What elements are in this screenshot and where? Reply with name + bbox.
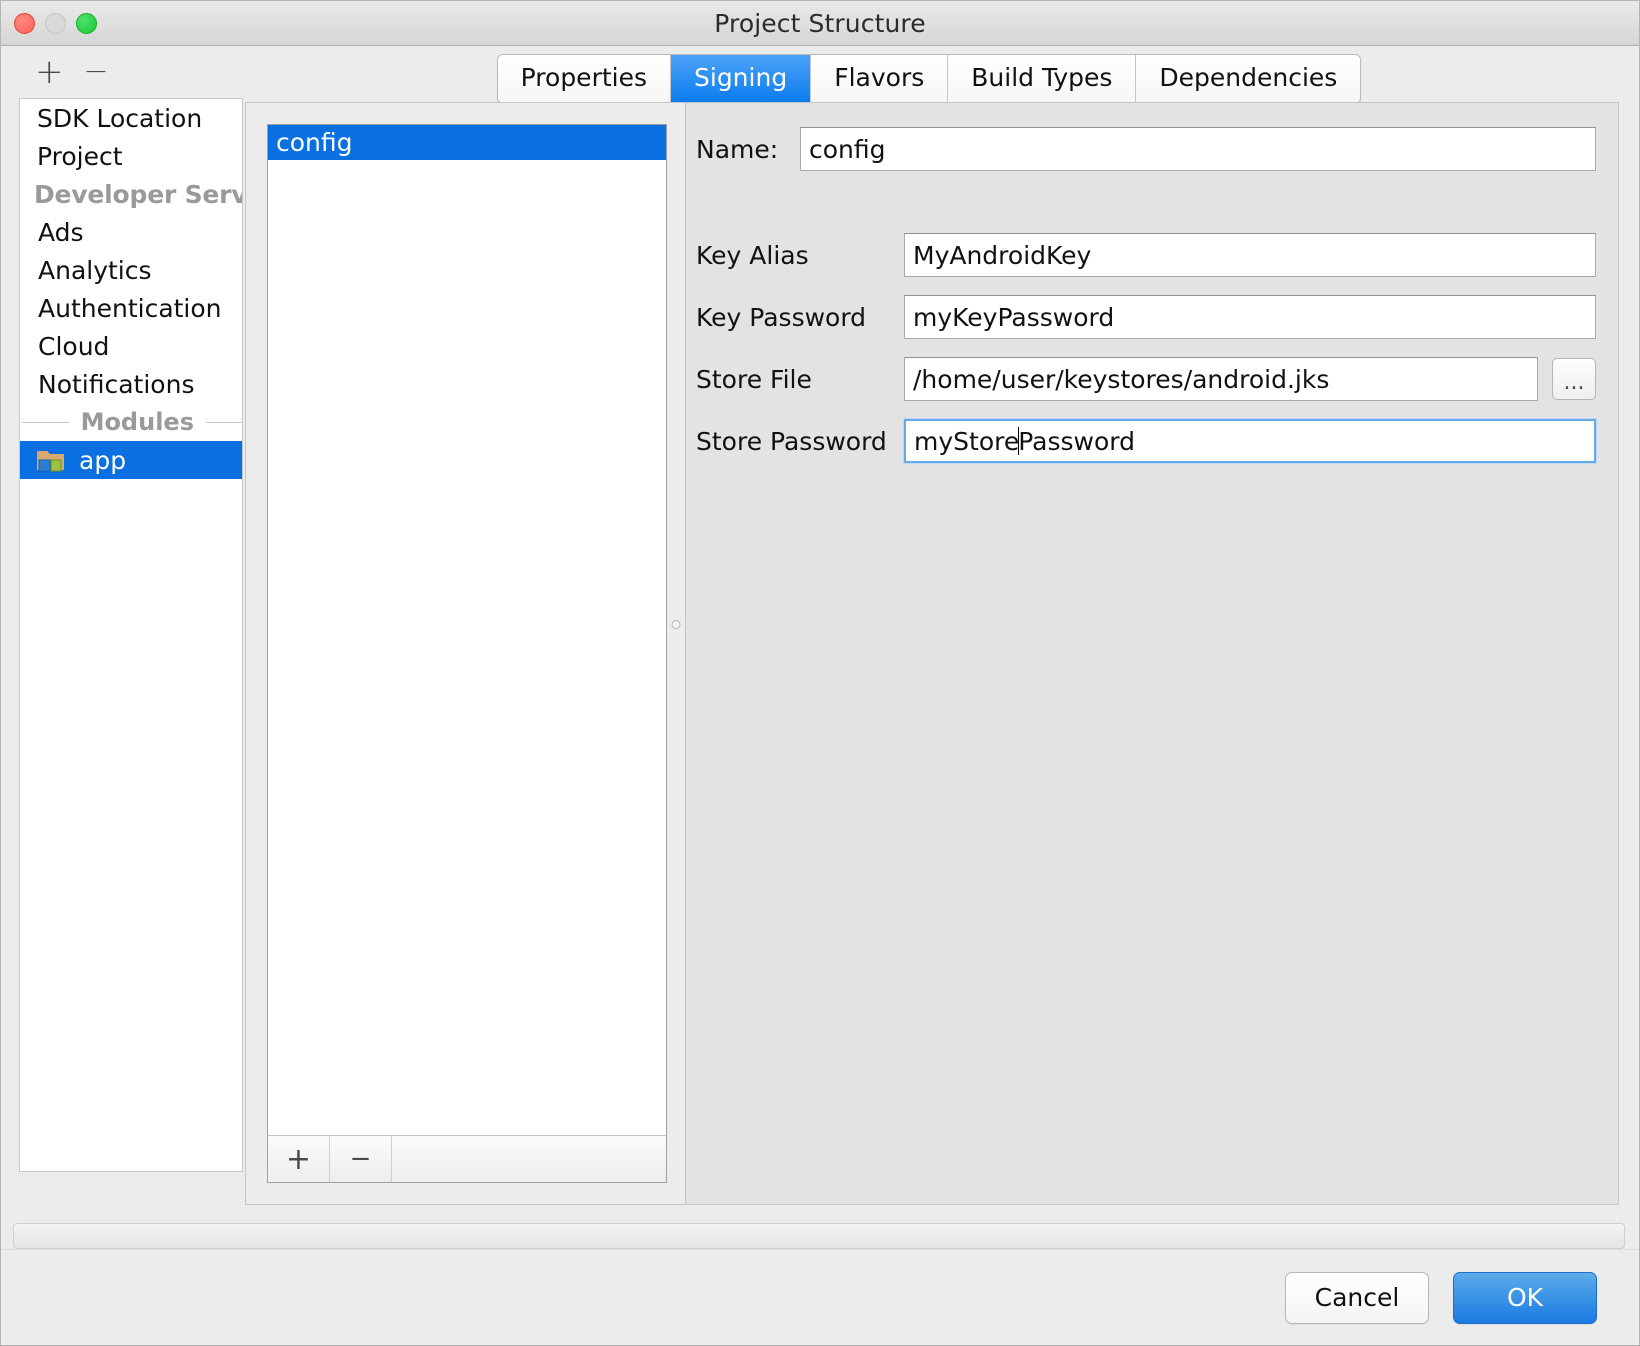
sidebar-item-label: Authentication	[38, 294, 222, 323]
sidebar-item-app[interactable]: app	[20, 441, 242, 479]
sidebar-section-label: Modules	[69, 408, 206, 436]
sidebar-item-analytics[interactable]: Analytics	[20, 251, 242, 289]
tab-dependencies[interactable]: Dependencies	[1136, 55, 1360, 103]
sidebar-item-label: app	[79, 446, 126, 475]
store-file-field[interactable]: /home/user/keystores/android.jks	[904, 357, 1538, 401]
panel-splitter[interactable]	[667, 103, 685, 1204]
toolbar-filler	[392, 1136, 666, 1182]
cancel-button[interactable]: Cancel	[1285, 1272, 1429, 1324]
key-alias-field-value: MyAndroidKey	[913, 241, 1091, 270]
store-password-label: Store Password	[696, 427, 904, 456]
minimize-window-icon[interactable]	[45, 13, 66, 34]
sidebar-group-label: Developer Servic	[34, 180, 243, 209]
signing-panel: config + − Name:	[245, 102, 1619, 1205]
store-file-browse-button[interactable]: ...	[1552, 358, 1596, 400]
sidebar-item-label: Notifications	[38, 370, 194, 399]
close-window-icon[interactable]	[14, 13, 35, 34]
tab-properties[interactable]: Properties	[498, 55, 671, 103]
add-config-button[interactable]: +	[268, 1136, 330, 1182]
name-field[interactable]: config	[800, 127, 1596, 171]
tab-build-types[interactable]: Build Types	[948, 55, 1136, 103]
sidebar-toolbar: + −	[19, 46, 245, 98]
splitter-knob-icon[interactable]	[672, 620, 681, 629]
store-file-field-value: /home/user/keystores/android.jks	[913, 365, 1329, 394]
sidebar-item-label: Analytics	[38, 256, 152, 285]
add-module-icon[interactable]: +	[35, 59, 61, 85]
sidebar-item-ads[interactable]: Ads	[20, 213, 242, 251]
tab-flavors[interactable]: Flavors	[811, 55, 948, 103]
name-label: Name:	[696, 135, 800, 164]
remove-config-button[interactable]: −	[330, 1136, 392, 1182]
tab-bar: Properties Signing Flavors Build Types D…	[239, 46, 1619, 102]
key-alias-row: Key Alias MyAndroidKey	[696, 231, 1596, 279]
signing-config-list-toolbar: + −	[268, 1136, 666, 1182]
key-password-label: Key Password	[696, 303, 904, 332]
name-row: Name: config	[696, 125, 1596, 173]
module-folder-icon	[36, 448, 66, 473]
sidebar-item-sdk-location[interactable]: SDK Location	[20, 99, 242, 137]
sidebar-item-authentication[interactable]: Authentication	[20, 289, 242, 327]
tab-segmented-control: Properties Signing Flavors Build Types D…	[497, 54, 1362, 104]
sidebar-item-notifications[interactable]: Notifications	[20, 365, 242, 403]
main-panel: Properties Signing Flavors Build Types D…	[245, 46, 1639, 1223]
store-password-value-before-caret: myStore	[914, 427, 1019, 456]
sidebar-item-label: Cloud	[38, 332, 109, 361]
key-password-field-value: myKeyPassword	[913, 303, 1114, 332]
sidebar-tree: SDK Location Project Developer Servic Ad…	[19, 98, 243, 1172]
tab-signing[interactable]: Signing	[671, 55, 811, 103]
content-row: + − SDK Location Project Developer Servi…	[1, 46, 1639, 1223]
sidebar-item-label: Project	[37, 142, 123, 171]
name-field-value: config	[809, 135, 886, 164]
store-password-field[interactable]: myStorePassword	[904, 419, 1596, 463]
window-title: Project Structure	[714, 9, 925, 38]
sidebar-group-developer-services: Developer Servic	[20, 175, 242, 213]
key-alias-field[interactable]: MyAndroidKey	[904, 233, 1596, 277]
ok-button[interactable]: OK	[1453, 1272, 1597, 1324]
signing-form: Name: config Key Alias MyAndroidKey	[685, 103, 1618, 1204]
maximize-window-icon[interactable]	[76, 13, 97, 34]
window-titlebar: Project Structure	[1, 1, 1639, 46]
store-file-label: Store File	[696, 365, 904, 394]
sidebar-item-project[interactable]: Project	[20, 137, 242, 175]
dialog-body: + − SDK Location Project Developer Servi…	[1, 46, 1639, 1345]
key-alias-label: Key Alias	[696, 241, 904, 270]
dialog-footer: Cancel OK	[1, 1249, 1639, 1345]
project-structure-window: Project Structure + − SDK Location Proje…	[0, 0, 1640, 1346]
sidebar-item-label: SDK Location	[37, 104, 202, 133]
key-password-field[interactable]: myKeyPassword	[904, 295, 1596, 339]
key-password-row: Key Password myKeyPassword	[696, 293, 1596, 341]
sidebar-item-cloud[interactable]: Cloud	[20, 327, 242, 365]
store-file-row: Store File /home/user/keystores/android.…	[696, 355, 1596, 403]
form-spacer	[696, 187, 1596, 231]
sidebar-item-label: Ads	[38, 218, 84, 247]
window-controls	[14, 1, 97, 45]
remove-module-icon[interactable]: −	[83, 59, 109, 85]
signing-config-list[interactable]: config	[268, 125, 666, 1136]
sidebar-section-modules: Modules	[20, 403, 242, 441]
signing-config-list-pane: config + −	[267, 124, 667, 1183]
list-item[interactable]: config	[268, 125, 666, 160]
store-password-value-after-caret: Password	[1018, 427, 1135, 456]
horizontal-scrollbar[interactable]	[13, 1223, 1625, 1249]
store-password-row: Store Password myStorePassword	[696, 417, 1596, 465]
sidebar: + − SDK Location Project Developer Servi…	[1, 46, 245, 1223]
